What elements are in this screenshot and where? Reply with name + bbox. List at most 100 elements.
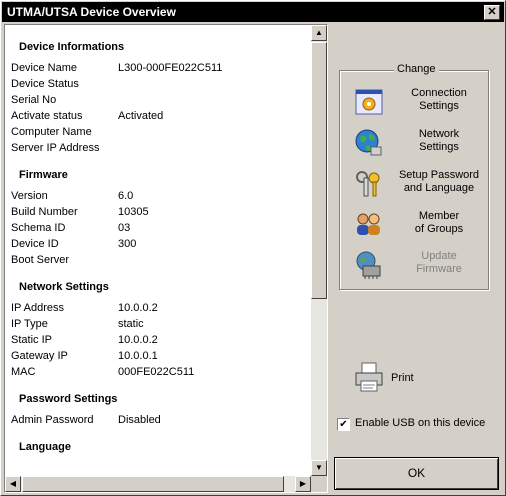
info-row: Gateway IP 10.0.0.1 <box>11 350 311 365</box>
info-value: static <box>118 318 144 330</box>
info-row: Admin Password Disabled <box>11 414 311 429</box>
info-value: L300-000FE022C511 <box>118 62 223 74</box>
info-row: Computer Name <box>11 126 311 141</box>
section-heading: Language <box>19 441 71 453</box>
info-value: 10305 <box>118 206 149 218</box>
info-key: Version <box>11 190 48 202</box>
device-info-panel: Device Informations Device Name L300-000FE… <box>4 24 328 493</box>
horizontal-scrollbar[interactable]: ◀ ▶ <box>5 476 311 492</box>
info-key: Schema ID <box>11 222 66 234</box>
info-key: Device ID <box>11 238 59 250</box>
info-key: Activate status <box>11 110 83 122</box>
change-group-label: Change <box>394 63 439 75</box>
info-key: Build Number <box>11 206 78 218</box>
enable-usb-label: Enable USB on this device <box>355 417 486 429</box>
member-of-groups-label-2: of Groups <box>414 223 464 235</box>
info-row: Boot Server <box>11 254 311 269</box>
info-key: Device Status <box>11 78 79 90</box>
info-row: MAC 000FE022C511 <box>11 366 311 381</box>
info-key: Gateway IP <box>11 350 68 362</box>
info-key: IP Address <box>11 302 64 314</box>
arrow-right-icon: ▶ <box>299 479 307 488</box>
scroll-up-button[interactable]: ▲ <box>311 25 327 41</box>
arrow-left-icon: ◀ <box>9 479 17 488</box>
globe-icon <box>355 129 382 156</box>
scrollbar-corner <box>311 476 327 492</box>
network-settings-label-2: Settings <box>419 141 459 153</box>
scroll-left-button[interactable]: ◀ <box>5 476 21 492</box>
arrow-up-icon: ▲ <box>315 28 323 37</box>
info-value: Activated <box>118 110 164 122</box>
horizontal-scroll-thumb[interactable] <box>22 476 284 492</box>
info-content: Device Informations Device Name L300-000FE… <box>5 25 311 475</box>
scroll-right-button[interactable]: ▶ <box>295 476 311 492</box>
info-row: Device Status <box>11 78 311 93</box>
close-button[interactable]: ✕ <box>484 5 500 20</box>
firmware-icon <box>356 251 381 279</box>
connection-settings-button[interactable]: Connection Settings <box>354 85 484 119</box>
ok-button[interactable]: OK <box>334 457 499 490</box>
info-key: MAC <box>11 366 36 378</box>
info-row: Schema ID 03 <box>11 222 311 237</box>
setup-password-label-1: Setup Password <box>398 169 480 181</box>
info-value: Disabled <box>118 414 161 426</box>
vertical-scroll-thumb[interactable] <box>311 42 327 299</box>
update-firmware-label-1: Update <box>421 250 457 262</box>
info-value: 03 <box>118 222 131 234</box>
keys-icon <box>356 171 380 197</box>
info-key: Admin Password <box>11 414 94 426</box>
info-row: Serial No <box>11 94 311 109</box>
scroll-down-button[interactable]: ▼ <box>311 460 327 476</box>
info-key: Static IP <box>11 334 52 346</box>
title-bar[interactable]: UTMA/UTSA Device Overview ✕ <box>2 2 504 22</box>
info-row: Version 6.0 <box>11 190 311 205</box>
close-icon: ✕ <box>487 6 497 18</box>
info-key: Server IP Address <box>11 142 100 154</box>
member-of-groups-button[interactable]: Member of Groups <box>354 208 484 242</box>
setup-password-button[interactable]: Setup Password and Language <box>354 167 484 201</box>
info-value: 10.0.0.2 <box>118 302 158 314</box>
info-row: Static IP 10.0.0.2 <box>11 334 311 349</box>
info-row: Activate status Activated <box>11 110 311 125</box>
info-value: 10.0.0.2 <box>118 334 158 346</box>
print-button[interactable]: Print <box>353 361 483 397</box>
update-firmware-button[interactable]: Update Firmware <box>354 248 484 282</box>
ok-label: OK <box>407 466 426 480</box>
info-row: Device ID 300 <box>11 238 311 253</box>
connection-settings-label-2: Settings <box>419 100 459 112</box>
connection-settings-label-1: Connection <box>411 87 467 99</box>
info-value: 10.0.0.1 <box>118 350 158 362</box>
checkmark-icon: ✔ <box>339 419 348 430</box>
users-icon <box>357 213 380 235</box>
section-heading: Device Informations <box>19 41 125 53</box>
info-key: Serial No <box>11 94 57 106</box>
info-row: IP Address 10.0.0.2 <box>11 302 311 317</box>
info-value: 000FE022C511 <box>118 366 195 378</box>
section-heading: Firmware <box>19 169 68 181</box>
connection-icon <box>355 89 383 115</box>
info-key: IP Type <box>11 318 48 330</box>
vertical-scrollbar[interactable]: ▲ ▼ <box>311 25 327 476</box>
print-label: Print <box>391 372 414 384</box>
info-row: Server IP Address <box>11 142 311 157</box>
window-title: UTMA/UTSA Device Overview <box>7 5 176 19</box>
info-value: 6.0 <box>118 190 134 202</box>
arrow-down-icon: ▼ <box>315 463 323 472</box>
info-row: Build Number 10305 <box>11 206 311 221</box>
network-settings-label-1: Network <box>418 128 460 140</box>
section-heading: Password Settings <box>19 393 118 405</box>
info-key: Computer Name <box>11 126 92 138</box>
setup-password-label-2: and Language <box>403 182 475 194</box>
enable-usb-checkbox[interactable]: ✔ Enable USB on this device <box>337 417 506 433</box>
printer-icon <box>355 362 383 392</box>
update-firmware-label-2: Firmware <box>416 263 462 275</box>
info-row: Device Name L300-000FE022C511 <box>11 62 311 77</box>
info-row: IP Type static <box>11 318 311 333</box>
network-settings-button[interactable]: Network Settings <box>354 126 484 160</box>
member-of-groups-label-1: Member <box>418 210 460 222</box>
device-overview-window: UTMA/UTSA Device Overview ✕ Device Infor… <box>0 0 506 496</box>
checkbox-box[interactable]: ✔ <box>337 418 350 431</box>
info-key: Device Name <box>11 62 78 74</box>
section-heading: Network Settings <box>19 281 109 293</box>
info-key: Boot Server <box>11 254 70 266</box>
